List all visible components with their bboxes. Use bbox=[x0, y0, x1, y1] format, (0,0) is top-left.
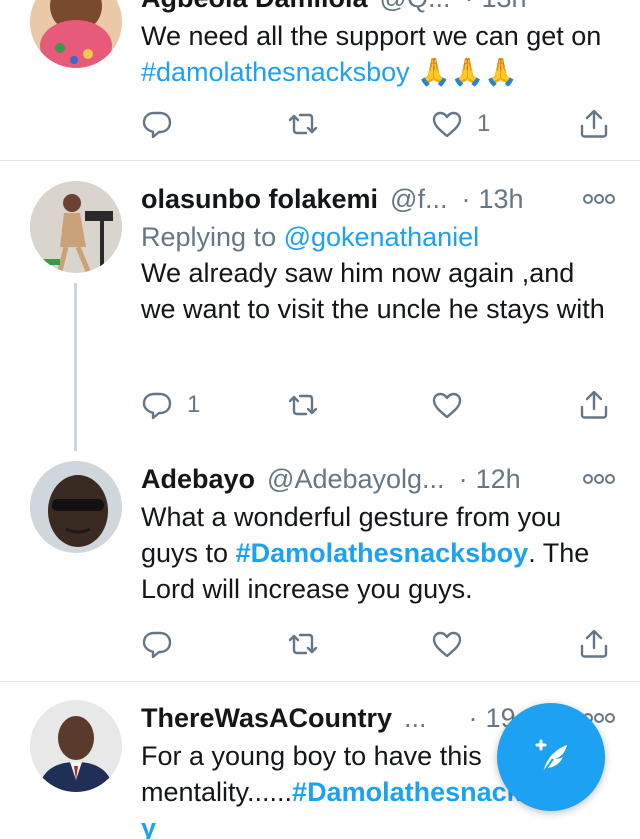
replying-prefix: Replying to bbox=[141, 222, 284, 252]
timestamp[interactable]: 12h bbox=[476, 464, 521, 495]
share-button[interactable] bbox=[578, 385, 610, 425]
like-icon bbox=[432, 631, 462, 658]
tweet-header: olasunbo folakemi @f... · 13h bbox=[141, 179, 616, 219]
reply-button[interactable] bbox=[141, 624, 187, 664]
tweet-text: What a wonderful gesture from you guys t… bbox=[141, 499, 616, 607]
tweet-actions: 1 bbox=[141, 104, 611, 144]
separator-dot: · bbox=[464, 0, 473, 14]
hashtag-link[interactable]: #Damolathesnacksboy bbox=[236, 538, 529, 568]
user-handle[interactable]: @Adebayolg... bbox=[267, 464, 445, 495]
display-name[interactable]: olasunbo folakemi bbox=[141, 184, 378, 215]
retweet-button[interactable] bbox=[287, 624, 333, 664]
mention-link[interactable]: @gokenathaniel bbox=[284, 222, 480, 252]
avatar[interactable] bbox=[30, 0, 122, 68]
retweet-button[interactable] bbox=[287, 104, 333, 144]
tweet-text: We need all the support we can get on #d… bbox=[141, 18, 616, 90]
reply-icon bbox=[142, 631, 172, 659]
reply-button[interactable]: 1 bbox=[141, 385, 200, 425]
like-icon bbox=[432, 111, 462, 138]
replying-to-line: Replying to @gokenathaniel bbox=[141, 219, 616, 255]
share-icon bbox=[580, 109, 608, 138]
separator-dot: · bbox=[461, 183, 471, 214]
user-handle[interactable]: @Q... bbox=[380, 0, 451, 14]
compose-tweet-icon bbox=[535, 739, 567, 774]
retweet-icon bbox=[288, 394, 318, 416]
display-name[interactable]: Adebayo bbox=[141, 464, 255, 495]
avatar[interactable] bbox=[30, 461, 122, 553]
tweet-actions bbox=[141, 624, 611, 664]
share-button[interactable] bbox=[578, 624, 610, 664]
separator-dot: · bbox=[468, 702, 478, 733]
avatar[interactable] bbox=[30, 181, 122, 273]
tweet-header: Agbeola Damilola @Q... · 13h bbox=[141, 0, 616, 18]
share-icon bbox=[580, 390, 608, 419]
timestamp[interactable]: 13h bbox=[481, 0, 526, 14]
tweet-header: Adebayo @Adebayolg... · 12h bbox=[141, 459, 616, 499]
user-handle[interactable]: ... bbox=[404, 703, 427, 734]
tweet-text-plain: We need all the support we can get on bbox=[141, 21, 602, 51]
display-name[interactable]: Agbeola Damilola bbox=[141, 0, 368, 14]
reply-button[interactable] bbox=[141, 104, 187, 144]
thread-connector-line bbox=[74, 283, 77, 451]
more-icon[interactable] bbox=[582, 473, 616, 485]
like-button[interactable]: 1 bbox=[431, 104, 490, 144]
retweet-icon bbox=[288, 633, 318, 655]
compose-tweet-button[interactable] bbox=[497, 703, 605, 811]
hashtag-link[interactable]: #damolathesnacksboy bbox=[141, 57, 410, 87]
like-icon bbox=[432, 392, 462, 419]
like-button[interactable] bbox=[431, 624, 477, 664]
reply-icon bbox=[142, 392, 172, 420]
emoji-text: 🙏🙏🙏 bbox=[409, 57, 519, 87]
retweet-icon bbox=[288, 113, 318, 135]
reply-icon bbox=[142, 111, 172, 139]
tweet-actions: 1 bbox=[141, 385, 611, 425]
like-count: 1 bbox=[477, 110, 491, 137]
separator-dot: · bbox=[458, 463, 468, 494]
share-icon bbox=[580, 629, 608, 658]
display-name[interactable]: ThereWasACountry bbox=[141, 703, 392, 734]
user-handle[interactable]: @f... bbox=[390, 184, 447, 215]
more-icon[interactable] bbox=[582, 193, 616, 205]
tweet-text: We already saw him now again ,and we wan… bbox=[141, 258, 605, 324]
timestamp[interactable]: 13h bbox=[478, 184, 523, 215]
reply-count: 1 bbox=[187, 391, 201, 418]
like-button[interactable] bbox=[431, 385, 477, 425]
share-button[interactable] bbox=[578, 104, 610, 144]
avatar[interactable] bbox=[30, 700, 122, 792]
hashtag-link-wrap[interactable]: y bbox=[141, 813, 156, 839]
retweet-button[interactable] bbox=[287, 385, 333, 425]
